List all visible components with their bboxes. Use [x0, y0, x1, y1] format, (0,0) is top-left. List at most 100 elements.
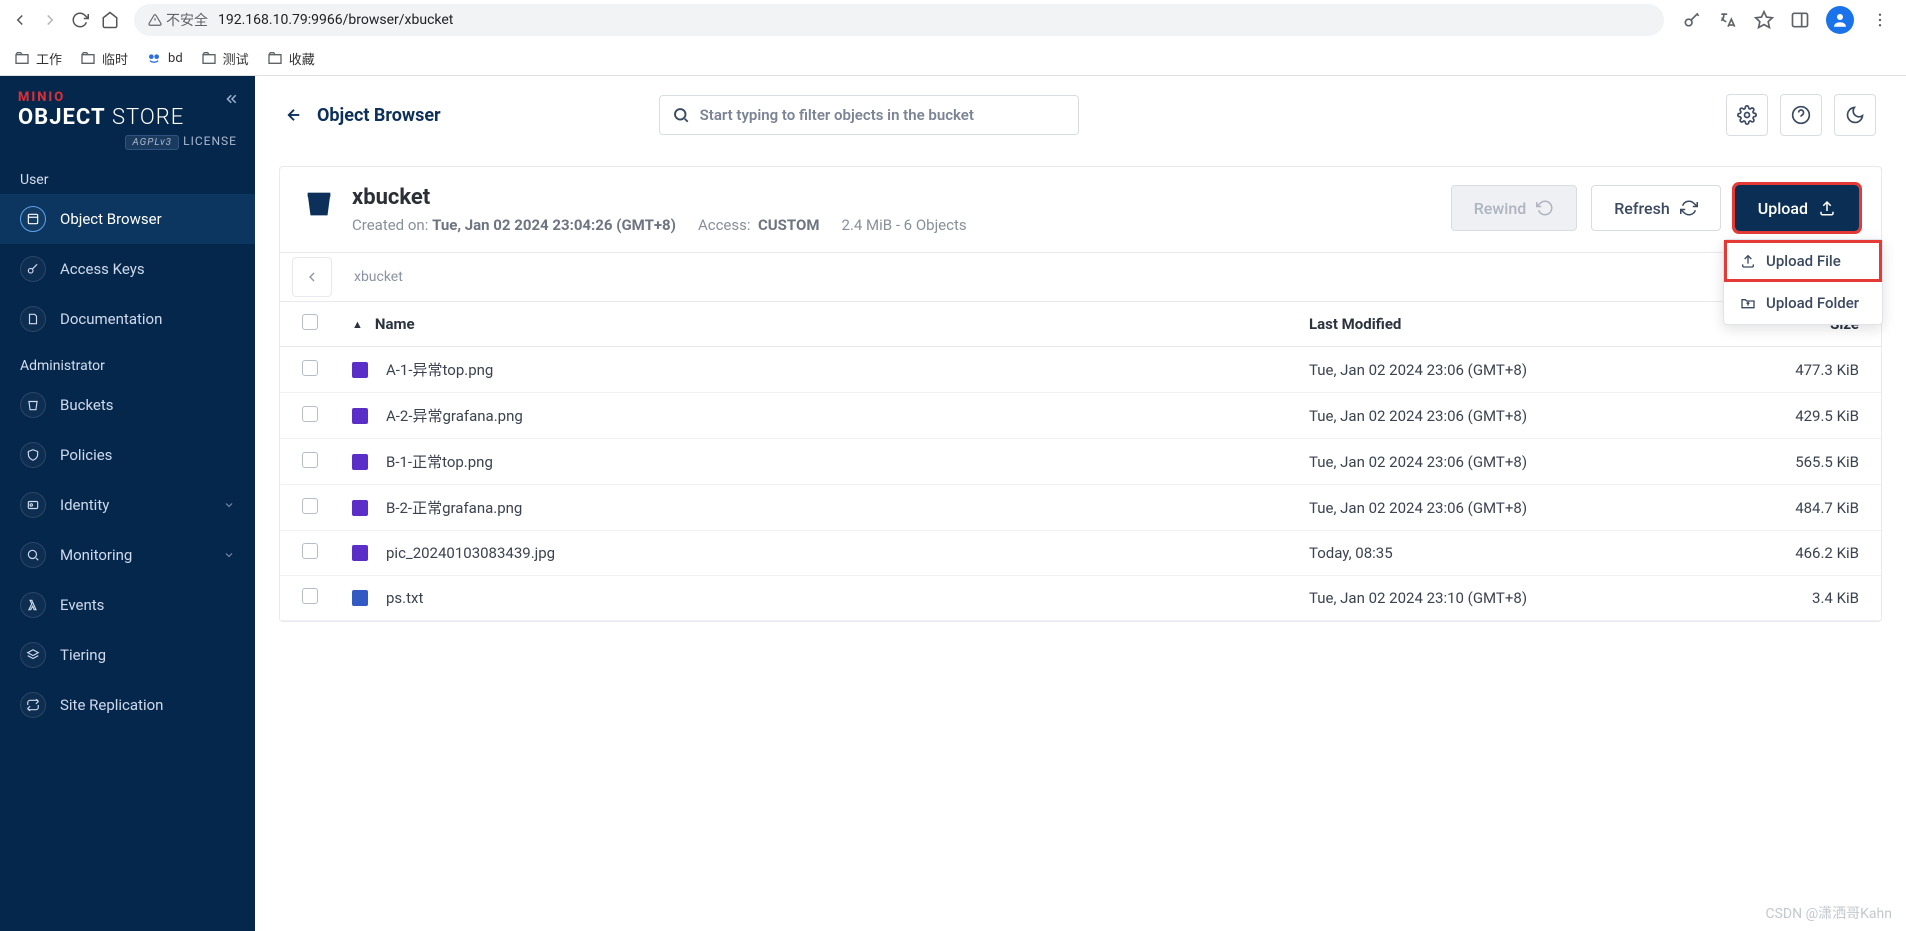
file-modified: Tue, Jan 02 2024 23:06 (GMT+8): [1309, 407, 1739, 425]
reload-icon[interactable]: [70, 10, 90, 30]
sidebar-item-tiering[interactable]: Tiering: [0, 630, 255, 680]
breadcrumb-back-button[interactable]: [292, 257, 332, 297]
file-type-icon: [352, 500, 368, 516]
sidebar-item-events[interactable]: Events: [0, 580, 255, 630]
replication-icon: [20, 692, 46, 718]
chevron-down-icon: [223, 499, 235, 511]
file-type-icon: [352, 362, 368, 378]
file-name: B-2-正常grafana.png: [386, 497, 522, 518]
table-row[interactable]: B-2-正常grafana.png Tue, Jan 02 2024 23:06…: [280, 485, 1881, 531]
file-name: B-1-正常top.png: [386, 451, 493, 472]
file-modified: Tue, Jan 02 2024 23:10 (GMT+8): [1309, 589, 1739, 607]
browser-chrome: 不安全 192.168.10.79:9966/browser/xbucket 工…: [0, 0, 1906, 76]
password-key-icon[interactable]: [1682, 10, 1702, 30]
sidebar-item-object-browser[interactable]: Object Browser: [0, 194, 255, 244]
file-modified: Tue, Jan 02 2024 23:06 (GMT+8): [1309, 453, 1739, 471]
bucket-icon: [302, 187, 336, 221]
bookmark-item[interactable]: 工作: [14, 49, 62, 68]
breadcrumb: xbucket: [340, 269, 1777, 285]
insecure-label: 不安全: [166, 10, 208, 30]
bookmark-item[interactable]: bd: [146, 50, 183, 66]
search-input[interactable]: [700, 106, 1066, 124]
doc-icon: [20, 306, 46, 332]
bucket-icon: [20, 392, 46, 418]
row-checkbox[interactable]: [302, 588, 318, 604]
table-row[interactable]: pic_20240103083439.jpg Today, 08:35 466.…: [280, 531, 1881, 576]
layers-icon: [20, 642, 46, 668]
bucket-name: xbucket: [352, 185, 967, 210]
chevron-down-icon: [223, 549, 235, 561]
monitor-icon: [20, 542, 46, 568]
row-checkbox[interactable]: [302, 452, 318, 468]
star-icon[interactable]: [1754, 10, 1774, 30]
sidebar-item-site-replication[interactable]: Site Replication: [0, 680, 255, 730]
darkmode-button[interactable]: [1834, 94, 1876, 136]
file-name: ps.txt: [386, 589, 423, 607]
row-checkbox[interactable]: [302, 360, 318, 376]
bookmark-item[interactable]: 测试: [201, 49, 249, 68]
file-size: 466.2 KiB: [1739, 544, 1859, 562]
row-checkbox[interactable]: [302, 543, 318, 559]
sidebar-item-buckets[interactable]: Buckets: [0, 380, 255, 430]
kebab-menu-icon[interactable]: [1870, 10, 1890, 30]
home-icon[interactable]: [100, 10, 120, 30]
page-title: Object Browser: [285, 105, 441, 126]
table-header: ▲Name Last Modified Size: [280, 302, 1881, 347]
url-bar[interactable]: 不安全 192.168.10.79:9966/browser/xbucket: [134, 4, 1664, 36]
select-all-checkbox[interactable]: [302, 314, 318, 330]
sidebar-item-policies[interactable]: Policies: [0, 430, 255, 480]
table-row[interactable]: ps.txt Tue, Jan 02 2024 23:10 (GMT+8) 3.…: [280, 576, 1881, 621]
bucket-panel: xbucket Created on: Tue, Jan 02 2024 23:…: [279, 166, 1882, 622]
key-icon: [20, 256, 46, 282]
settings-button[interactable]: [1726, 94, 1768, 136]
translate-icon[interactable]: [1718, 10, 1738, 30]
sidebar-item-monitoring[interactable]: Monitoring: [0, 530, 255, 580]
search-input-wrapper[interactable]: [659, 95, 1079, 135]
file-size: 477.3 KiB: [1739, 361, 1859, 379]
sidebar-item-identity[interactable]: Identity: [0, 480, 255, 530]
file-size: 429.5 KiB: [1739, 407, 1859, 425]
url-text: 192.168.10.79:9966/browser/xbucket: [218, 12, 453, 28]
back-arrow-icon[interactable]: [285, 106, 303, 124]
file-type-icon: [352, 590, 368, 606]
row-checkbox[interactable]: [302, 406, 318, 422]
upload-file-option[interactable]: Upload File: [1724, 240, 1882, 282]
collapse-sidebar-icon[interactable]: [223, 90, 241, 108]
row-checkbox[interactable]: [302, 498, 318, 514]
file-name: A-2-异常grafana.png: [386, 405, 523, 426]
file-type-icon: [352, 408, 368, 424]
file-name: A-1-异常top.png: [386, 359, 493, 380]
bookmark-item[interactable]: 临时: [80, 49, 128, 68]
sidebar: MINIO OBJECT STORE AGPLv3 LICENSE User O…: [0, 76, 255, 931]
file-size: 565.5 KiB: [1739, 453, 1859, 471]
sidepanel-icon[interactable]: [1790, 10, 1810, 30]
back-icon[interactable]: [10, 10, 30, 30]
shield-icon: [20, 442, 46, 468]
logo: MINIO OBJECT STORE AGPLv3 LICENSE: [0, 76, 255, 158]
sidebar-item-documentation[interactable]: Documentation: [0, 294, 255, 344]
forward-icon[interactable]: [40, 10, 60, 30]
rewind-button[interactable]: Rewind: [1451, 185, 1578, 231]
sidebar-section-user: User: [0, 158, 255, 194]
object-table: ▲Name Last Modified Size A-1-异常top.png T…: [280, 302, 1881, 621]
upload-folder-option[interactable]: Upload Folder: [1724, 282, 1882, 324]
table-row[interactable]: B-1-正常top.png Tue, Jan 02 2024 23:06 (GM…: [280, 439, 1881, 485]
table-row[interactable]: A-2-异常grafana.png Tue, Jan 02 2024 23:06…: [280, 393, 1881, 439]
sidebar-item-access-keys[interactable]: Access Keys: [0, 244, 255, 294]
sort-asc-icon[interactable]: ▲: [352, 318, 363, 331]
insecure-warning-icon: 不安全: [148, 10, 208, 30]
upload-button[interactable]: Upload Upload File Upload Folder: [1735, 185, 1859, 231]
profile-avatar[interactable]: [1826, 6, 1854, 34]
table-row[interactable]: A-1-异常top.png Tue, Jan 02 2024 23:06 (GM…: [280, 347, 1881, 393]
lambda-icon: [20, 592, 46, 618]
bookmark-item[interactable]: 收藏: [267, 49, 315, 68]
watermark: CSDN @潇洒哥Kahn: [1766, 903, 1893, 923]
help-button[interactable]: [1780, 94, 1822, 136]
file-modified: Tue, Jan 02 2024 23:06 (GMT+8): [1309, 361, 1739, 379]
identity-icon: [20, 492, 46, 518]
file-size: 3.4 KiB: [1739, 589, 1859, 607]
file-type-icon: [352, 545, 368, 561]
file-modified: Tue, Jan 02 2024 23:06 (GMT+8): [1309, 499, 1739, 517]
search-icon: [672, 106, 690, 124]
refresh-button[interactable]: Refresh: [1591, 185, 1721, 231]
